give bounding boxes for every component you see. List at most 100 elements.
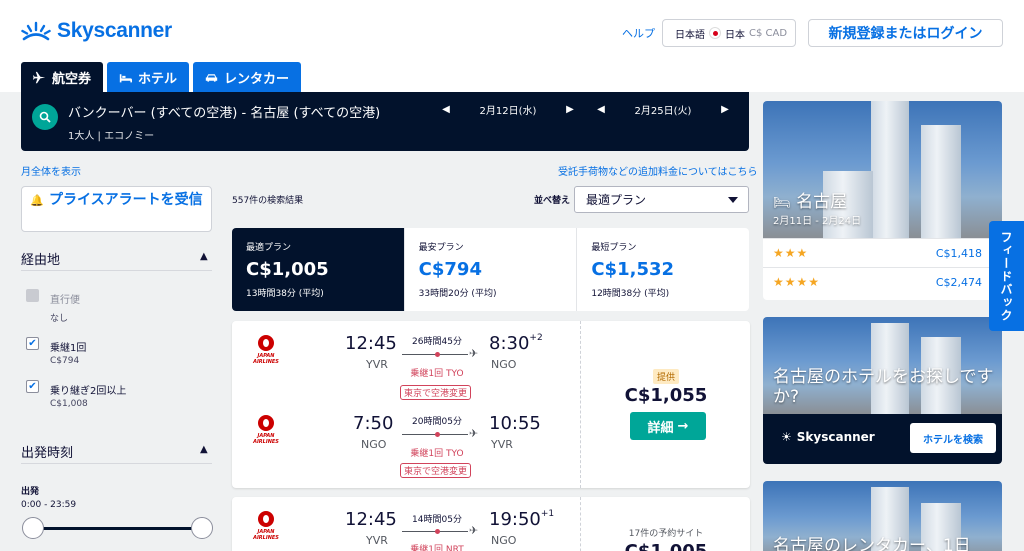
price-alert-button[interactable]: 🔔 プライスアラートを受信 [21,186,212,232]
plane-icon: ✈ [469,427,479,440]
card-price: C$1,005 [581,541,751,551]
nagoya-skyline-image: 名古屋のホテルをお探しですか? [763,317,1002,414]
prev-date-arrow-icon[interactable]: ◀ [439,104,453,115]
cheapest-tab[interactable]: 最安プラン C$794 33時間20分 (平均) [405,228,578,311]
route-text: バンクーバー (すべての空港) - 名古屋 (すべての空港) [68,106,381,121]
departure-slider-max-handle[interactable] [191,517,213,539]
return-leg: JAPAN AIRLINES 7:50 NGO 20時間05分 ✈ 乗継1回 T… [232,401,577,478]
locale-button[interactable]: 日本語 日本 C$ CAD [662,19,796,47]
search-summary-bar[interactable]: バンクーバー (すべての空港) - 名古屋 (すべての空港) 1大人 | エコノ… [21,92,749,151]
fastest-tab[interactable]: 最短プラン C$1,532 12時間38分 (平均) [577,228,749,311]
stops-two-plus-price: C$1,008 [50,399,88,409]
search-icon[interactable] [32,104,58,130]
return-date[interactable]: 2月25日(火) [608,102,718,117]
arrival-airport: NGO [491,534,517,547]
jal-crane-icon [258,415,274,431]
currency-label: C$ CAD [749,27,788,39]
chevron-up-icon[interactable]: ▲ [200,444,208,455]
flight-result-card[interactable]: JAPAN AIRLINES 12:45 YVR 14時間05分 ✈ 乗継1回 … [232,497,750,551]
stops-one-price: C$794 [50,356,80,366]
departure-airport: YVR [366,534,388,547]
ad-hotel-search-title: 名古屋のホテルをお探しですか? [773,367,994,407]
feedback-tab[interactable]: フィードバック [989,221,1024,331]
arrival-time-value: 19:50 [489,509,541,530]
outbound-leg: JAPAN AIRLINES 12:45 YVR 14時間05分 ✈ 乗継1回 … [232,497,577,551]
hotel-price-ad[interactable]: 🛏 名古屋 2月11日 - 2月24日 ★★★ C$1,418 ★★★★ C$2… [763,101,1002,300]
sunburst-icon: ☀ [781,430,792,444]
arrival-airport: YVR [491,438,513,451]
stop-dot [435,432,440,437]
arrival-day-offset: +2 [529,333,543,343]
airline-name: JAPAN AIRLINES [253,529,279,541]
depart-date[interactable]: 2月12日(水) [453,102,563,117]
hotel-price-row[interactable]: ★★★ C$1,418 [763,238,1002,267]
car-hire-ad[interactable]: 名古屋のレンタカー、1日 [763,481,1002,551]
details-label: 詳細 [647,420,674,436]
hotel-search-button[interactable]: ホテルを検索 [910,423,996,453]
stops-two-plus-label[interactable]: 乗り継ぎ2回以上 [50,382,126,397]
stops-one-checkbox[interactable]: ✔ [26,337,39,350]
skyscanner-logo[interactable]: Skyscanner [21,19,172,43]
flight-result-card[interactable]: JAPAN AIRLINES 12:45 YVR 26時間45分 ✈ 乗継1回 … [232,321,750,488]
nagoya-skyline-image: 🛏 名古屋 2月11日 - 2月24日 [763,101,1002,238]
hotel-price: C$1,418 [935,247,982,260]
stop-dot [435,352,440,357]
price-panel: 17件の予約サイト C$1,005 [580,497,750,551]
arrival-airport: NGO [491,358,517,371]
sort-select[interactable]: 最適プラン [574,186,749,213]
tab-label: ホテル [138,71,178,87]
arrow-right-icon: → [677,418,689,434]
tower [921,125,961,238]
bed-icon [119,73,133,82]
month-view-link[interactable]: 月全体を表示 [21,163,81,178]
departure-label: 出発 [21,487,40,497]
tab-flights[interactable]: 航空券 [21,62,104,92]
outbound-leg: JAPAN AIRLINES 12:45 YVR 26時間45分 ✈ 乗継1回 … [232,321,577,400]
next-date-arrow-icon[interactable]: ▶ [718,104,732,115]
hotel-price-row[interactable]: ★★★★ C$2,474 [763,267,1002,296]
tab-hotels[interactable]: ホテル [107,62,190,92]
stops-two-plus-checkbox[interactable]: ✔ [26,380,39,393]
arrival-time-value: 10:55 [489,413,541,434]
result-count: 557件の検索結果 [232,196,304,206]
depart-date-control: ◀ 2月12日(水) ▶ [439,102,577,117]
ad-footer: ☀ Skyscanner ホテルを検索 [763,414,1002,464]
tab-label: 航空券 [52,71,92,87]
arrival-day-offset: +1 [540,509,555,519]
best-tab[interactable]: 最適プラン C$1,005 13時間38分 (平均) [232,228,405,311]
ad-hotel-dates: 2月11日 - 2月24日 [773,216,862,227]
stops-direct-label: 直行便 [50,295,80,306]
departure-filter-title[interactable]: 出発時刻 [21,442,73,461]
sponsored-badge: 提供 [653,369,680,384]
tab-car-hire[interactable]: レンタカー [193,62,302,92]
fastest-tab-duration: 12時間38分 (平均) [591,289,670,299]
departure-slider-min-handle[interactable] [22,517,44,539]
departure-time: 12:45 [345,509,397,530]
arrival-time: 8:30+2 [489,333,543,354]
hotel-search-ad[interactable]: 名古屋のホテルをお探しですか? ☀ Skyscanner ホテルを検索 [763,317,1002,464]
baggage-fees-link[interactable]: 受託手荷物などの追加料金についてはこちら [558,163,758,178]
stops-text: 乗継1回 TYO [410,449,464,459]
hotel-price: C$2,474 [935,276,982,289]
stops-filter-title[interactable]: 経由地 [21,249,60,268]
sort-value: 最適プラン [586,193,647,207]
details-button[interactable]: 詳細 → [630,412,706,440]
help-link[interactable]: ヘルプ [622,25,655,41]
itinerary: JAPAN AIRLINES 12:45 YVR 26時間45分 ✈ 乗継1回 … [232,321,577,488]
departure-time: 12:45 [345,333,397,354]
prev-date-arrow-icon[interactable]: ◀ [594,104,608,115]
stops-text: 乗継1回 TYO [410,369,464,379]
bed-icon: 🛏 [773,195,791,211]
arrival-time-value: 8:30 [489,333,530,354]
sort-label: 並べ替え [534,196,571,206]
best-tab-duration: 13時間38分 (平均) [246,289,324,299]
jal-crane-icon [258,335,274,351]
chevron-up-icon[interactable]: ▲ [200,251,208,262]
next-date-arrow-icon[interactable]: ▶ [563,104,577,115]
login-button[interactable]: 新規登録またはログイン [808,19,1003,47]
stops-one-label[interactable]: 乗継1回 [50,339,86,354]
departure-slider-track[interactable] [33,527,203,530]
fastest-tab-title: 最短プラン [591,243,637,253]
plane-icon: ✈ [469,347,479,360]
sunburst-icon [21,21,51,41]
